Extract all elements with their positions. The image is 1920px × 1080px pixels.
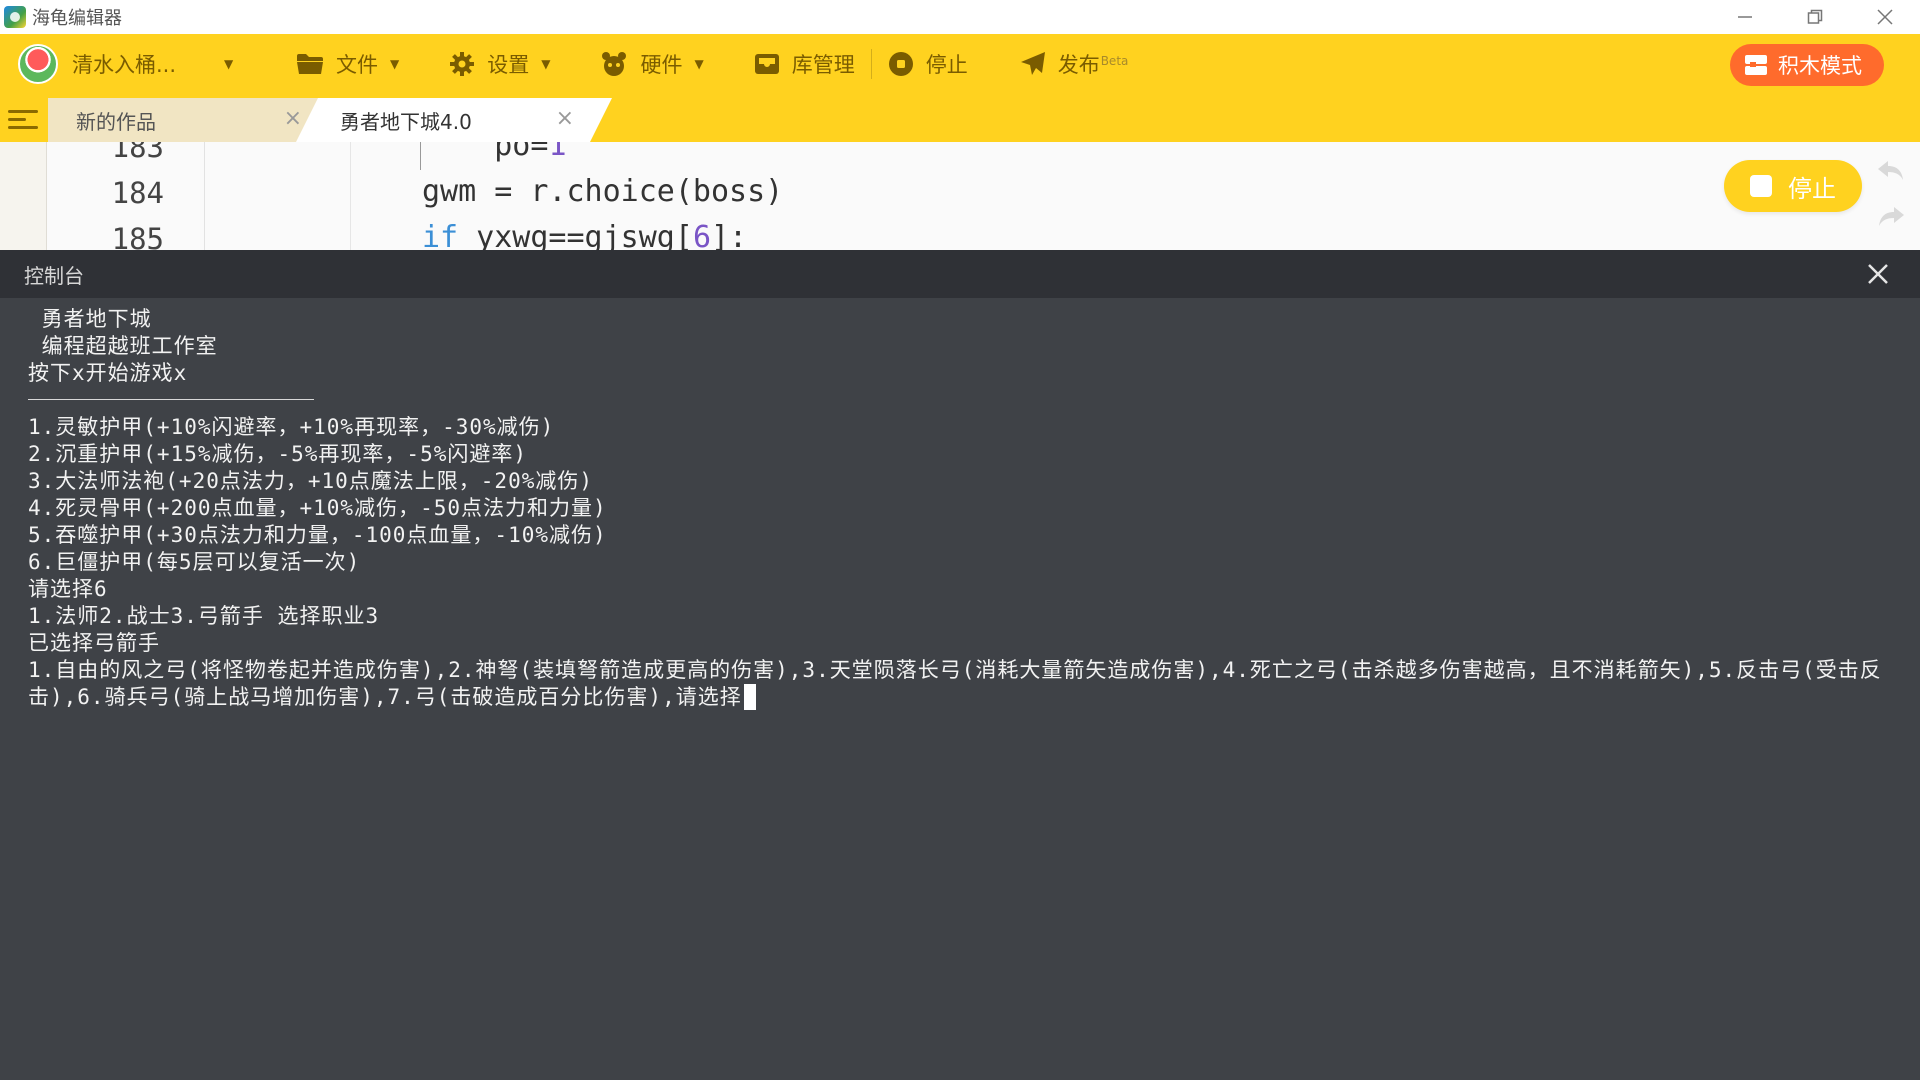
file-menu-label: 文件: [336, 53, 378, 77]
console-prompt-line: 1.自由的风之弓(将怪物卷起并造成伤害),2.神弩(装填弩箭造成更高的伤害),3…: [28, 657, 1900, 711]
code-text: gwm = r.choice(boss): [422, 174, 784, 209]
console-text: 勇者地下城 编程超越班工作室 按下x开始游戏x 1.灵敏护甲(+10%闪避率，+…: [28, 306, 1900, 711]
console-line: 勇者地下城: [28, 307, 152, 331]
tab-label: 勇者地下城4.0: [340, 109, 472, 134]
publish-button[interactable]: 发布 Beta: [1020, 34, 1129, 94]
user-menu[interactable]: 清水入桶... ▼: [72, 34, 272, 94]
blocks-icon: [1744, 54, 1768, 76]
console-line: 4.死灵骨甲(+200点血量，+10%减伤，-50点法力和力量): [28, 496, 607, 520]
undo-icon[interactable]: [1876, 156, 1906, 186]
close-window-button[interactable]: [1850, 0, 1920, 34]
line-number-gutter: 183 184 185: [46, 142, 205, 250]
settings-menu[interactable]: 设置 ▼: [449, 34, 550, 94]
console-header: 控制台: [0, 250, 1920, 298]
library-manager-label: 库管理: [791, 53, 855, 77]
beta-badge: Beta: [1100, 54, 1129, 68]
main-toolbar: 清水入桶... ▼ 文件 ▼ 设置 ▼ 硬件 ▼ 库管理 停止 发布 Beta …: [0, 34, 1920, 94]
bow-choice-prompt: 1.自由的风之弓(将怪物卷起并造成伤害),2.神弩(装填弩箭造成更高的伤害),3…: [28, 658, 1882, 709]
minimize-icon: [1738, 16, 1752, 18]
editor-side-strip: [0, 142, 47, 250]
hardware-menu[interactable]: 硬件 ▼: [600, 34, 704, 94]
menu-icon[interactable]: [8, 104, 38, 134]
console-line: 6.巨僵护甲(每5层可以复活一次): [28, 550, 361, 574]
stop-run-button[interactable]: 停止: [888, 34, 968, 94]
app-logo-icon: [4, 6, 26, 28]
console-line: 1.法师2.战士3.弓箭手 选择职业3: [28, 604, 380, 628]
console-line: 按下x开始游戏x: [28, 361, 188, 385]
file-menu[interactable]: 文件 ▼: [296, 34, 399, 94]
block-mode-label: 积木模式: [1778, 54, 1862, 78]
redo-icon[interactable]: [1876, 202, 1906, 232]
stop-circle-icon: [888, 51, 914, 77]
console-line: 请选择6: [28, 577, 108, 601]
chevron-down-icon: ▼: [224, 57, 234, 71]
text-cursor[interactable]: [743, 684, 756, 710]
settings-menu-label: 设置: [487, 53, 530, 77]
folder-icon: [296, 52, 324, 76]
user-name: 清水入桶...: [72, 53, 177, 77]
app-title: 海龟编辑器: [32, 8, 122, 29]
code-text: if yxwg==gjswg[6]:: [422, 220, 748, 250]
indent-guide: [420, 142, 421, 170]
window-controls: [1710, 0, 1920, 34]
floating-stop-button[interactable]: 停止: [1724, 160, 1862, 212]
console-line: 已选择弓箭手: [28, 631, 160, 655]
floating-stop-label: 停止: [1788, 174, 1836, 203]
robot-icon: [600, 51, 628, 77]
tab-new-work[interactable]: 新的作品 ×: [48, 98, 340, 142]
code-line[interactable]: gwm = r.choice(boss): [422, 174, 783, 209]
restore-icon: [1807, 9, 1823, 24]
line-number: 184: [111, 176, 164, 210]
stop-run-label: 停止: [925, 53, 968, 77]
tab-bar: 新的作品 × 勇者地下城4.0 ×: [0, 94, 1920, 142]
restore-button[interactable]: [1780, 0, 1850, 34]
library-manager-button[interactable]: 库管理: [754, 34, 855, 94]
stop-square-icon: [1750, 175, 1772, 197]
code-line[interactable]: po=1: [422, 142, 567, 163]
chevron-down-icon: ▼: [390, 57, 400, 71]
chevron-down-icon: ▼: [541, 57, 551, 71]
console-line: 2.沉重护甲(+15%减伤，-5%再现率，-5%闪避率): [28, 442, 528, 466]
hardware-menu-label: 硬件: [640, 53, 683, 77]
chevron-down-icon: ▼: [694, 57, 704, 71]
block-mode-button[interactable]: 积木模式: [1730, 44, 1884, 86]
code-editor[interactable]: 183 184 185 po=1 gwm = r.choice(boss) if…: [0, 142, 1920, 250]
close-icon[interactable]: ×: [556, 108, 574, 130]
console-line: 1.灵敏护甲(+10%闪避率，+10%再现率，-30%减伤): [28, 415, 555, 439]
line-number: 185: [111, 222, 164, 250]
console-line: 5.吞噬护甲(+30点法力和力量，-100点血量，-10%减伤): [28, 523, 607, 547]
console-output[interactable]: 勇者地下城 编程超越班工作室 按下x开始游戏x 1.灵敏护甲(+10%闪避率，+…: [0, 298, 1920, 1080]
user-avatar[interactable]: [18, 44, 58, 84]
inbox-icon: [754, 52, 780, 76]
tab-label: 新的作品: [76, 109, 156, 134]
fold-gutter: [204, 142, 351, 250]
console-line: 编程超越班工作室: [28, 334, 218, 358]
close-console-icon[interactable]: [1864, 260, 1892, 288]
publish-label: 发布: [1057, 53, 1100, 77]
window-title-bar: 海龟编辑器: [0, 0, 1920, 34]
code-text: po=1: [422, 142, 567, 163]
toolbar-divider: [870, 49, 872, 79]
code-line[interactable]: if yxwg==gjswg[6]:: [422, 220, 747, 250]
console-line: 3.大法师法袍(+20点法力，+10点魔法上限，-20%减伤): [28, 469, 594, 493]
minimize-button[interactable]: [1710, 0, 1780, 34]
console-title: 控制台: [24, 263, 84, 288]
console-divider: [28, 399, 314, 400]
gear-icon: [449, 51, 475, 77]
close-icon: [1877, 9, 1893, 25]
line-number: 183: [111, 142, 164, 164]
paper-plane-icon: [1020, 51, 1046, 77]
tab-dungeon-project[interactable]: 勇者地下城4.0 ×: [296, 98, 612, 142]
